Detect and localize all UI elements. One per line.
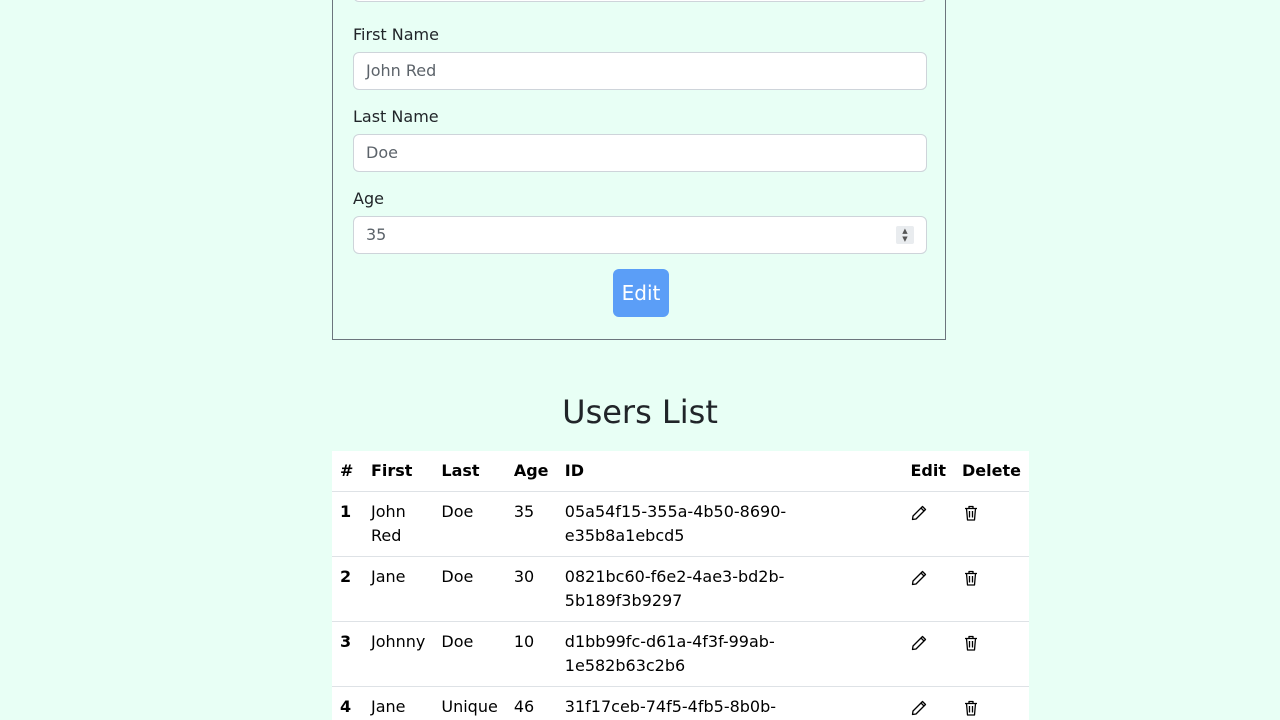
row-delete-cell: [954, 621, 1029, 687]
row-num: 4: [332, 686, 363, 720]
row-num: 3: [332, 621, 363, 687]
row-last: Doe: [433, 621, 506, 687]
row-first: Jane: [362, 686, 434, 720]
row-delete-cell: [954, 491, 1029, 557]
row-edit-cell: [902, 556, 954, 622]
row-age: 30: [505, 556, 557, 622]
last-name-label: Last Name: [353, 107, 439, 126]
row-first: John Red: [362, 491, 434, 557]
header-num: #: [332, 451, 363, 492]
row-num: 1: [332, 491, 363, 557]
row-edit-cell: [902, 491, 954, 557]
age-stepper[interactable]: ▲ ▼: [896, 226, 914, 244]
row-first: Johnny: [362, 621, 434, 687]
header-last: Last: [433, 451, 506, 492]
header-age: Age: [505, 451, 557, 492]
first-name-group: First Name John Red: [353, 25, 927, 90]
last-name-group: Last Name Doe: [353, 107, 927, 172]
header-first: First: [362, 451, 434, 492]
row-last: Unique: [433, 686, 506, 720]
row-age: 10: [505, 621, 557, 687]
first-name-label: First Name: [353, 25, 439, 44]
row-id: d1bb99fc-d61a-4f3f-99ab-1e582b63c2b6: [556, 621, 903, 687]
stepper-down-icon[interactable]: ▼: [902, 235, 907, 243]
table-row: 3 Johnny Doe 10 d1bb99fc-d61a-4f3f-99ab-…: [332, 621, 1029, 687]
row-delete-cell: [954, 686, 1029, 720]
age-input[interactable]: 35 ▲ ▼: [353, 216, 927, 254]
age-label: Age: [353, 189, 384, 208]
row-edit-cell: [902, 621, 954, 687]
header-edit: Edit: [902, 451, 954, 492]
row-edit-cell: [902, 686, 954, 720]
trash-icon[interactable]: [962, 699, 980, 717]
row-age: 46: [505, 686, 557, 720]
row-num: 2: [332, 556, 363, 622]
age-group: Age 35 ▲ ▼: [353, 189, 927, 254]
users-table: # First Last Age ID Edit Delete 1 John R…: [332, 451, 1029, 720]
row-first: Jane: [362, 556, 434, 622]
table-header-row: # First Last Age ID Edit Delete: [332, 451, 1029, 492]
row-id: 0821bc60-f6e2-4ae3-bd2b-5b189f3b9297: [556, 556, 903, 622]
edit-user-form: First Name John Red Last Name Doe Age 35…: [332, 0, 946, 340]
table-row: 1 John Red Doe 35 05a54f15-355a-4b50-869…: [332, 491, 1029, 557]
trash-icon[interactable]: [962, 569, 980, 587]
row-age: 35: [505, 491, 557, 557]
age-input-value: 35: [366, 225, 387, 244]
first-name-input[interactable]: John Red: [353, 52, 927, 90]
pencil-icon[interactable]: [910, 504, 928, 522]
edit-submit-button[interactable]: Edit: [613, 269, 669, 317]
last-name-input[interactable]: Doe: [353, 134, 927, 172]
previous-input-field[interactable]: [353, 0, 927, 2]
page: First Name John Red Last Name Doe Age 35…: [0, 0, 1280, 720]
users-list-title: Users List: [562, 393, 718, 431]
row-delete-cell: [954, 556, 1029, 622]
header-id: ID: [556, 451, 903, 492]
pencil-icon[interactable]: [910, 569, 928, 587]
table-row: 2 Jane Doe 30 0821bc60-f6e2-4ae3-bd2b-5b…: [332, 556, 1029, 622]
trash-icon[interactable]: [962, 634, 980, 652]
header-delete: Delete: [954, 451, 1029, 492]
row-last: Doe: [433, 491, 506, 557]
trash-icon[interactable]: [962, 504, 980, 522]
row-last: Doe: [433, 556, 506, 622]
stepper-up-icon[interactable]: ▲: [902, 227, 907, 235]
pencil-icon[interactable]: [910, 634, 928, 652]
pencil-icon[interactable]: [910, 699, 928, 717]
row-id: 31f17ceb-74f5-4fb5-8b0b-437250e220ab: [556, 686, 903, 720]
row-id: 05a54f15-355a-4b50-8690-e35b8a1ebcd5: [556, 491, 903, 557]
table-row: 4 Jane Unique 46 31f17ceb-74f5-4fb5-8b0b…: [332, 686, 1029, 720]
